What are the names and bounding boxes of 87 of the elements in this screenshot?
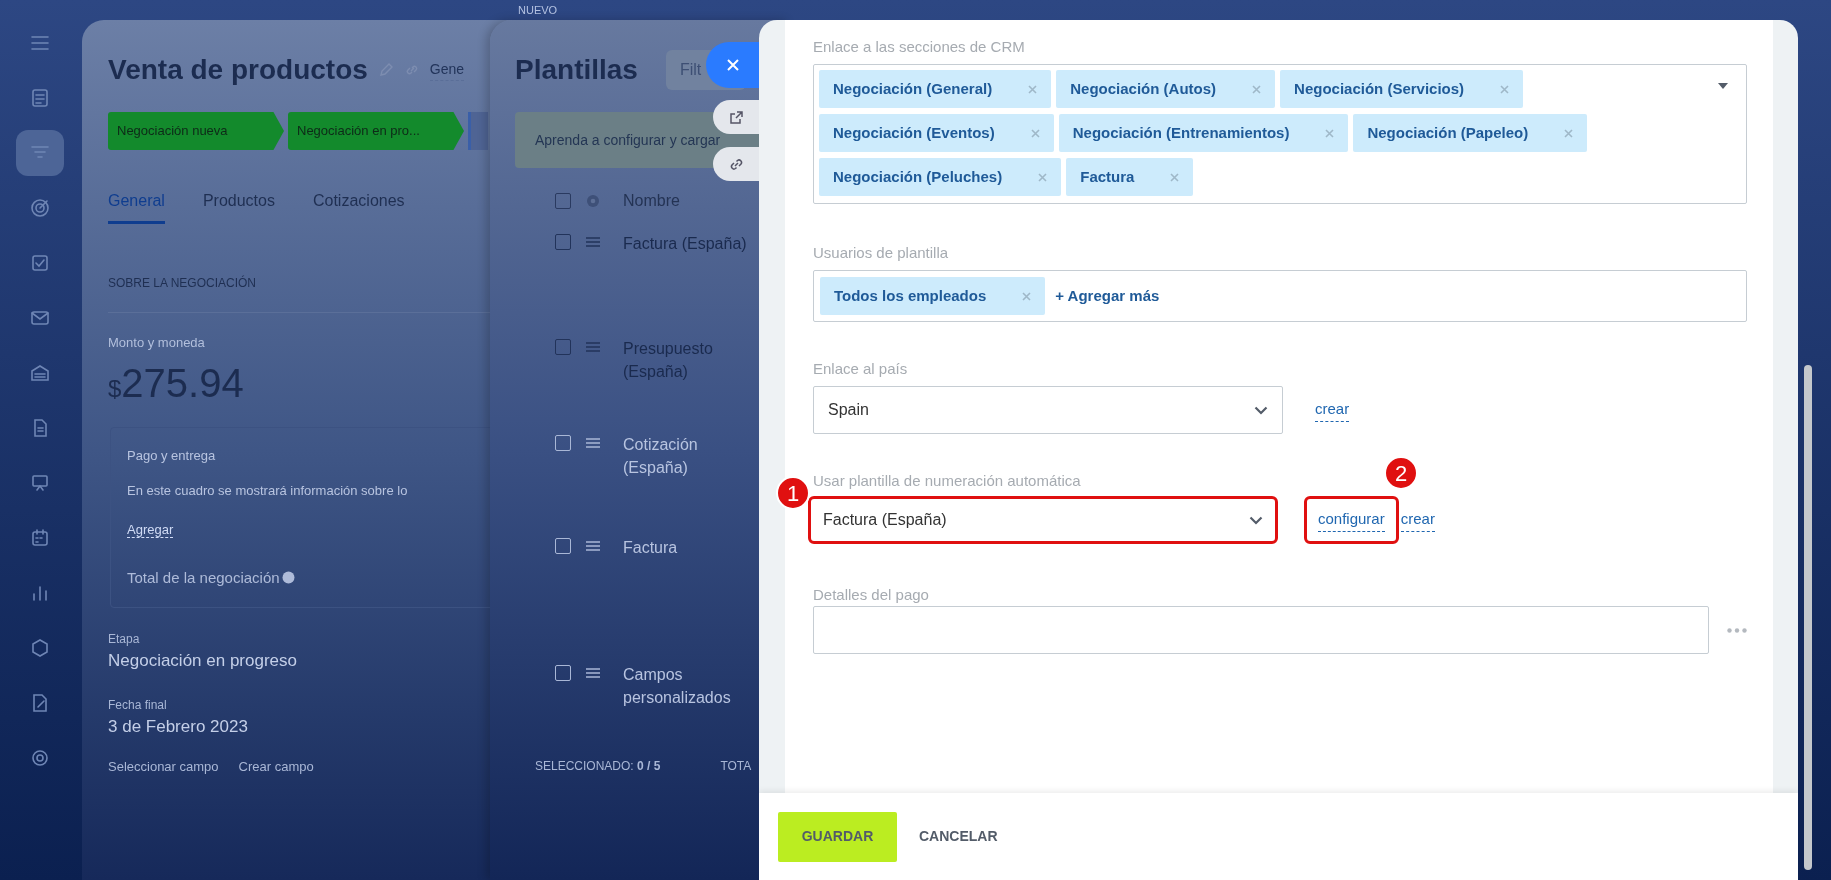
add-link[interactable]: Agregar	[127, 521, 174, 538]
create-link[interactable]: crear	[1315, 398, 1350, 422]
add-more-link[interactable]: + Agregar más	[1055, 284, 1160, 308]
drag-handle-icon[interactable]	[585, 667, 601, 679]
field-label: Fecha final	[108, 696, 168, 714]
field-label: Enlace a las secciones de CRM	[813, 37, 1026, 56]
field-label: Usar plantilla de numeración automática	[813, 471, 1081, 490]
field-link[interactable]: Crear campo	[238, 757, 314, 777]
field-value: 3 de Febrero 2023	[108, 715, 249, 738]
deal-title: Venta de productos	[108, 53, 368, 87]
chevron-down-icon	[1254, 405, 1268, 415]
payment-text: En este cuadro se mostrará información sobre lo	[127, 482, 409, 500]
payment-title: Pago y entrega	[127, 446, 217, 465]
checkbox[interactable]	[555, 538, 571, 554]
numbering-select[interactable]: Factura (España)	[808, 496, 1278, 544]
remove-icon[interactable]	[1022, 291, 1032, 301]
tag-chip: Todos los empleados	[820, 277, 1046, 315]
field-label: Usuarios de plantilla	[813, 243, 950, 262]
template-name[interactable]: Cotización (España)	[623, 433, 763, 479]
top-label: NUEVO	[518, 4, 558, 17]
checkbox[interactable]	[555, 435, 571, 451]
payment-details-field[interactable]	[813, 606, 1709, 654]
chevron-down-icon	[1249, 515, 1263, 525]
stage-chip[interactable]: Negociación nueva	[108, 112, 284, 150]
create-link[interactable]: crear	[1400, 508, 1435, 532]
tag-chip: Negociación (General)	[819, 70, 1052, 108]
tag-chip: Factura	[1066, 158, 1194, 196]
open-window-button[interactable]	[713, 100, 759, 134]
user-selector[interactable]: Todos los empleados + Agregar más	[813, 270, 1747, 322]
remove-icon[interactable]	[1170, 172, 1180, 182]
checkbox[interactable]	[555, 193, 571, 209]
remove-icon[interactable]	[1028, 84, 1038, 94]
more-icon[interactable]	[1727, 627, 1747, 633]
settings-icon[interactable]	[585, 193, 601, 209]
checkbox[interactable]	[555, 234, 571, 250]
tag-selector[interactable]: Negociación (General) Negociación (Autos) Negociación (Servicios) Negociación (Eventos) Negociación (Entrenamientos) Negociación (Papeleo) Negociación (Peluches) Factura	[813, 64, 1747, 204]
tag-chip: Negociación (Entrenamientos)	[1058, 114, 1349, 152]
field-label: Etapa	[108, 631, 141, 648]
field-label: Enlace al país	[813, 359, 909, 378]
field-link[interactable]: Seleccionar campo	[108, 757, 219, 777]
tag-chip: Negociación (Autos)	[1056, 70, 1276, 108]
sidebar-item[interactable]	[16, 130, 64, 176]
checkbox[interactable]	[555, 665, 571, 681]
remove-icon[interactable]	[1030, 128, 1040, 138]
tag-chip: Negociación (Peluches)	[819, 158, 1062, 196]
total-count: TOTA	[720, 758, 752, 775]
tag-chip: Negociación (Papeleo)	[1353, 114, 1588, 152]
drag-handle-icon[interactable]	[585, 540, 601, 552]
external-link-icon	[729, 109, 744, 125]
target-icon	[28, 196, 52, 220]
template-name[interactable]: Factura	[623, 536, 763, 559]
remove-icon[interactable]	[1564, 128, 1574, 138]
close-icon	[726, 58, 740, 72]
help-icon	[281, 571, 295, 585]
drag-handle-icon[interactable]	[585, 341, 601, 353]
amount-value: 275.94	[121, 359, 244, 407]
column-header: Nombre	[623, 191, 680, 211]
field-value: Negociación en progreso	[108, 650, 298, 672]
tag-chip: Negociación (Servicios)	[1280, 70, 1524, 108]
remove-icon[interactable]	[1038, 172, 1048, 182]
tag-chip: Negociación (Eventos)	[819, 114, 1054, 152]
cancel-button[interactable]: CANCELAR	[913, 811, 1004, 862]
drag-handle-icon[interactable]	[585, 437, 601, 449]
configure-link[interactable]: configurar	[1304, 496, 1399, 544]
copy-link-button[interactable]	[713, 147, 759, 181]
panel-title: Plantillas	[515, 53, 638, 87]
close-button[interactable]	[706, 42, 759, 88]
save-button[interactable]: GUARDAR	[778, 811, 897, 862]
dropdown-icon[interactable]	[1718, 83, 1728, 89]
field-label: Monto y moneda	[108, 334, 206, 352]
field-label: Detalles del pago	[813, 585, 930, 604]
template-name[interactable]: Campos personalizados	[623, 663, 763, 709]
scrollbar[interactable]	[1804, 365, 1812, 870]
drag-handle-icon[interactable]	[585, 236, 601, 248]
link-icon	[729, 156, 744, 172]
section-title: SOBRE LA NEGOCIACIÓN	[108, 274, 258, 292]
total-label: Total de la negociación	[127, 567, 280, 588]
stage-chip[interactable]: Negociación en pro...	[288, 112, 464, 150]
remove-icon[interactable]	[1500, 84, 1510, 94]
selected-count: SELECCIONADO: 0 / 5	[535, 758, 661, 775]
currency-symbol: $	[108, 374, 122, 404]
checkbox[interactable]	[555, 339, 571, 355]
pipeline-link[interactable]: Gene	[429, 59, 465, 81]
remove-icon[interactable]	[1325, 128, 1335, 138]
pencil-icon	[377, 62, 394, 78]
country-select[interactable]: Spain	[813, 386, 1283, 434]
remove-icon[interactable]	[1252, 84, 1262, 94]
